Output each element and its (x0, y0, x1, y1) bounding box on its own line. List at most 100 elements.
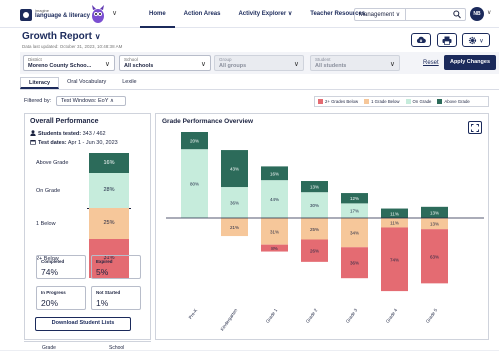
performance-row-label: On Grade (36, 187, 61, 194)
data-label: 8% (271, 246, 278, 251)
legend-label: 1 Grade Below (371, 99, 400, 104)
management-select[interactable]: Management ∨ (359, 11, 400, 18)
data-label: 43% (230, 167, 239, 172)
x-tick-label: Grade 5 (425, 307, 439, 324)
student-select[interactable]: Student All students ∨ (310, 55, 400, 71)
download-student-lists-button[interactable]: Download Student Lists (35, 317, 131, 331)
legend-swatch (318, 99, 323, 104)
data-label: 74% (390, 257, 399, 262)
filtered-by-label: Filtered by: (24, 98, 52, 104)
legend-item: On Grade (405, 99, 432, 104)
student-label: Student (315, 57, 331, 62)
test-window-chip-label: Test Windows: EoY (61, 98, 109, 104)
performance-row-label: Above Grade (36, 160, 69, 166)
nav-activity-explorer[interactable]: Activity Explorer ∨ (229, 0, 301, 28)
data-label: 80% (190, 182, 199, 187)
school-value: All schools (124, 63, 154, 69)
chevron-down-icon: ∨ (94, 32, 101, 41)
stat-not-started: Not Started 1% (91, 286, 141, 310)
gear-icon (469, 36, 477, 44)
chevron-down-icon: ∨ (479, 38, 484, 45)
student-value: All students (315, 63, 347, 69)
chevron-up-icon: ∧ (109, 98, 114, 104)
stat-value: 74% (41, 267, 59, 277)
settings-menu-button[interactable]: ∨ (462, 33, 490, 47)
chevron-down-icon: ∨ (287, 11, 293, 17)
tab-oral-vocabulary[interactable]: Oral Vocabulary (59, 77, 114, 89)
stat-value: 20% (41, 298, 59, 308)
group-label: Group (219, 57, 232, 62)
cloud-download-button[interactable] (411, 33, 431, 47)
stat-label: Completed (41, 259, 65, 264)
search-icon[interactable] (453, 10, 461, 19)
panel-title: Overall Performance (30, 118, 99, 125)
stat-expired: Expired 5% (91, 255, 141, 279)
top-nav: imagine language & literacy ∨ Home Actio… (0, 0, 499, 28)
data-label: 12% (350, 196, 359, 201)
legend-label: On Grade (412, 99, 432, 104)
stat-value: 5% (96, 267, 109, 277)
data-label: 13% (430, 210, 439, 215)
school-select[interactable]: School All schools ∨ (119, 55, 211, 71)
test-window-chip[interactable]: Test Windows: EoY ∧ (56, 96, 126, 106)
chevron-down-icon[interactable]: ∨ (487, 9, 491, 16)
last-updated: Data last updated: October 31, 2023, 10:… (22, 44, 123, 49)
data-label: 11% (390, 221, 399, 226)
data-label: 44% (270, 197, 279, 202)
nav-activity-explorer-label: Activity Explorer (238, 11, 287, 17)
performance-bar-on-grade: 28% (89, 173, 129, 208)
test-dates: Test dates: Apr 1 - Jun 30, 2023 (30, 139, 118, 146)
stat-label: Expired (96, 259, 113, 264)
page-title-text: Growth Report (22, 31, 92, 42)
x-tick-label: Kindergarten (219, 307, 238, 331)
data-label: 36% (230, 201, 239, 206)
app-logo[interactable]: imagine language & literacy (20, 6, 100, 24)
nav-home[interactable]: Home (140, 0, 175, 28)
x-tick-label: Grade 1 (265, 307, 279, 324)
calendar-icon (30, 140, 36, 145)
management-select-label: Management (359, 12, 395, 18)
print-button[interactable] (437, 33, 457, 47)
logo-big-text: language & literacy (35, 13, 91, 19)
logo-mark-icon (20, 9, 32, 21)
group-select[interactable]: Group All groups ∨ (214, 55, 304, 71)
data-label: 13% (430, 222, 439, 227)
data-label: 36% (350, 261, 359, 266)
tab-lexile[interactable]: Lexile (114, 77, 144, 89)
stat-completed: Completed 74% (36, 255, 86, 279)
data-label: 17% (350, 209, 359, 214)
reset-link[interactable]: Reset (423, 60, 439, 66)
legend-item: Above Grade (437, 99, 470, 104)
avatar[interactable]: NB (470, 7, 484, 21)
legend-swatch (437, 99, 443, 104)
chevron-down-icon: ∨ (200, 61, 206, 68)
print-icon (442, 36, 452, 45)
chevron-down-icon: ∨ (293, 61, 299, 68)
legend-label: 2+ Grades Below (325, 99, 359, 104)
data-label: 21% (230, 225, 239, 230)
students-tested-label: Students tested: (38, 131, 82, 137)
legend-item: 1 Grade Below (364, 99, 400, 104)
group-value: All groups (219, 63, 247, 69)
apply-changes-button[interactable]: Apply Changes (444, 55, 496, 70)
filter-bar: District Moreno County Schoo... ∨ School… (20, 52, 499, 74)
nav-action-areas[interactable]: Action Areas (175, 0, 230, 28)
tab-divider (20, 89, 499, 90)
column-header-grade: Grade (42, 345, 56, 351)
page-title[interactable]: Growth Report ∨ (22, 31, 101, 42)
subject-tabs: Literacy Oral Vocabulary Lexile (20, 77, 145, 89)
chevron-down-icon: ∨ (389, 61, 395, 68)
stat-label: Not Started (96, 290, 121, 295)
bottom-table-header: Grade School (24, 341, 151, 351)
data-label: 11% (390, 211, 399, 216)
chevron-down-icon: ∨ (104, 61, 110, 68)
tab-literacy[interactable]: Literacy (20, 77, 60, 89)
chart-legend: 2+ Grades Below 1 Grade Below On Grade A… (314, 96, 489, 107)
product-switcher-chevron-icon[interactable]: ∨ (112, 9, 117, 17)
performance-bar-1-below: 25% (89, 208, 129, 240)
district-select[interactable]: District Moreno County Schoo... ∨ (23, 55, 115, 71)
chevron-down-icon: ∨ (395, 12, 401, 18)
column-header-school: School (109, 345, 125, 351)
students-tested: Students tested: 343 / 462 (30, 130, 106, 137)
data-label: 16% (270, 171, 279, 176)
